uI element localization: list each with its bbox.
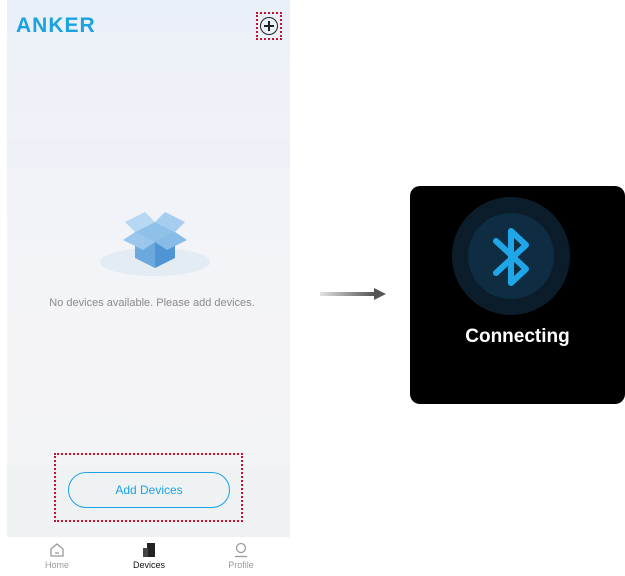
circle-plus-icon[interactable]: [260, 17, 278, 35]
empty-state-message: No devices available. Please add devices…: [49, 297, 255, 309]
connecting-panel: Connecting: [410, 186, 625, 404]
phone-screen: ANKER No devices available. Please add d…: [7, 0, 290, 576]
tab-home[interactable]: Home: [27, 542, 87, 570]
brand-logo: ANKER: [16, 14, 96, 37]
connecting-status: Connecting: [465, 326, 570, 347]
home-icon: [50, 543, 64, 557]
tab-label: Profile: [228, 560, 254, 570]
profile-icon: [235, 542, 247, 558]
background-band: [7, 140, 290, 168]
background-band: [7, 68, 290, 102]
bluetooth-icon: [493, 228, 529, 286]
add-device-icon-highlight[interactable]: [256, 12, 282, 40]
bottom-tab-bar: Home Devices Profile: [7, 537, 290, 576]
devices-icon: [143, 543, 155, 557]
open-box-icon: [100, 212, 210, 276]
tab-label: Home: [44, 560, 69, 570]
tab-profile[interactable]: Profile: [211, 542, 271, 570]
tab-label: Devices: [132, 560, 165, 570]
add-devices-button[interactable]: Add Devices: [68, 472, 230, 508]
right-arrow-icon: [320, 288, 386, 300]
tab-devices[interactable]: Devices: [119, 542, 179, 570]
